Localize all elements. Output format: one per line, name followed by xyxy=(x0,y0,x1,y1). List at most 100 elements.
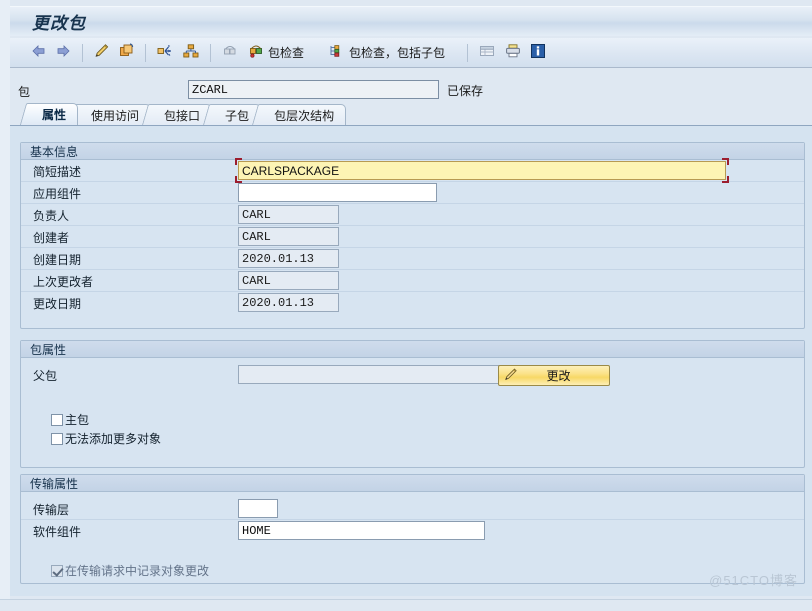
short-description-focus-frame xyxy=(235,158,729,183)
field-row-short-description: 简短描述 xyxy=(21,158,804,183)
changed-on-label: 更改日期 xyxy=(33,297,82,311)
package-check-icon xyxy=(247,43,265,62)
package-tree-check-icon xyxy=(328,43,346,62)
transport-layer-label: 传输层 xyxy=(33,503,70,517)
checkbox-box xyxy=(51,564,63,577)
created-on-input xyxy=(238,249,339,268)
copy-package-button[interactable] xyxy=(114,41,139,65)
application-component-label: 应用组件 xyxy=(33,187,82,201)
nodes-icon xyxy=(156,43,174,62)
created-on-label: 创建日期 xyxy=(33,253,82,267)
back-button[interactable] xyxy=(26,41,51,65)
checkbox-label: 主包 xyxy=(65,413,90,427)
checkbox-label: 在传输请求中记录对象更改 xyxy=(65,564,210,578)
group-package-attributes-header: 包属性 xyxy=(21,341,804,358)
tab-label: 包层次结构 xyxy=(274,108,335,123)
changed-on-input xyxy=(238,293,339,312)
group-package-attributes: 包属性 父包 更改 主包 无法添加更多对象 xyxy=(20,340,805,468)
application-component-input[interactable] xyxy=(238,183,437,202)
group-transport-attributes: 传输属性 传输层 软件组件 在传输请求中记录对象更改 xyxy=(20,474,805,584)
toolbar-separator xyxy=(210,43,211,62)
field-row-created-on: 创建日期 xyxy=(21,248,804,270)
application-toolbar: 包检查 包检查，包括子包 xyxy=(10,38,812,68)
field-row-transport-layer: 传输层 xyxy=(21,498,804,520)
package-check-label: 包检查 xyxy=(268,46,305,60)
field-row-software-component: 软件组件 xyxy=(21,520,804,542)
toolbar-separator xyxy=(145,43,146,62)
field-row-created-by: 创建者 xyxy=(21,226,804,248)
watermark: @51CTO博客 xyxy=(709,573,798,588)
toolbar-separator xyxy=(467,43,469,62)
change-parent-package-label: 更改 xyxy=(546,369,571,383)
change-parent-package-button[interactable]: 更改 xyxy=(498,365,610,386)
sap-gui-window: 更改 包 包检查 包检查，包括子包 包 ZCARL 已保存 属性 使用访问 包接口… xyxy=(0,0,812,611)
tab-label: 使用访问 xyxy=(91,108,140,123)
group-basic-info-header: 基本信息 xyxy=(21,143,804,160)
forward-button[interactable] xyxy=(51,41,76,65)
package-key-row: 包 已保存 xyxy=(10,80,812,102)
field-row-parent-package: 父包 更改 xyxy=(21,364,804,386)
transport-layer-input[interactable] xyxy=(238,499,278,518)
arrow-right-icon xyxy=(55,43,72,62)
created-by-label: 创建者 xyxy=(33,231,70,245)
field-row-changed-on: 更改日期 xyxy=(21,292,804,314)
status-bar xyxy=(0,599,812,611)
print-icon xyxy=(504,43,522,62)
software-component-label: 软件组件 xyxy=(33,525,82,539)
tab-use-access[interactable]: 使用访问 xyxy=(77,104,152,125)
group-basic-info: 基本信息 简短描述 应用组件 xyxy=(20,142,805,329)
checkbox-main-package[interactable]: 主包 xyxy=(51,411,89,428)
package-check-button[interactable]: 包检查 xyxy=(243,41,308,65)
tab-package-hierarchy[interactable]: 包层次结构 xyxy=(260,104,347,125)
parent-package-input[interactable] xyxy=(238,365,513,384)
field-row-last-changed-by: 上次更改者 xyxy=(21,270,804,292)
tab-label: 包接口 xyxy=(164,108,201,123)
person-responsible-input[interactable] xyxy=(238,205,339,224)
print-button[interactable] xyxy=(500,41,526,65)
hierarchy-button[interactable] xyxy=(178,41,204,65)
software-component-input[interactable] xyxy=(238,521,485,540)
last-changed-by-input xyxy=(238,271,339,290)
checkbox-box xyxy=(51,432,63,445)
package-gray-icon xyxy=(221,43,239,62)
title-bar: 更改包 xyxy=(10,6,812,36)
last-changed-by-label: 上次更改者 xyxy=(33,275,94,289)
pencil-icon xyxy=(503,367,518,385)
group-transport-attributes-header: 传输属性 xyxy=(21,475,804,492)
copy-icon xyxy=(118,43,135,62)
info-button[interactable] xyxy=(526,41,550,65)
package-check-subpackages-button[interactable]: 包检查，包括子包 xyxy=(324,41,449,65)
checkbox-record-changes-in-transport: 在传输请求中记录对象更改 xyxy=(51,562,209,579)
short-description-label: 简短描述 xyxy=(33,165,82,179)
parent-package-label: 父包 xyxy=(33,369,58,383)
save-status-text: 已保存 xyxy=(447,84,484,98)
checkbox-label: 无法添加更多对象 xyxy=(65,432,162,446)
tab-strip: 属性 使用访问 包接口 子包 包层次结构 xyxy=(10,103,812,126)
toolbar-separator xyxy=(82,43,83,62)
field-row-application-component: 应用组件 xyxy=(21,182,804,204)
where-used-button[interactable] xyxy=(152,41,178,65)
package-check-subpackages-label: 包检查，包括子包 xyxy=(349,46,446,60)
table-icon xyxy=(478,43,496,62)
arrow-left-icon xyxy=(30,43,47,62)
field-row-person-responsible: 负责人 xyxy=(21,204,804,226)
short-description-input[interactable] xyxy=(238,161,726,180)
attributes-form: 基本信息 简短描述 应用组件 xyxy=(10,126,812,596)
created-by-input xyxy=(238,227,339,246)
tab-attributes[interactable]: 属性 xyxy=(28,103,79,125)
package-key-input[interactable] xyxy=(188,80,439,99)
person-responsible-label: 负责人 xyxy=(33,209,70,223)
checkbox-box xyxy=(51,413,63,426)
tab-label: 属性 xyxy=(42,108,67,122)
package-key-label: 包 xyxy=(18,85,31,99)
page-title: 更改包 xyxy=(32,14,86,33)
package-builder-button[interactable] xyxy=(217,41,243,65)
checkbox-no-more-objects[interactable]: 无法添加更多对象 xyxy=(51,430,161,447)
window-left-edge xyxy=(0,0,10,611)
display-change-toggle-button[interactable] xyxy=(89,41,114,65)
tree-icon xyxy=(182,43,200,62)
tab-label: 子包 xyxy=(225,108,250,123)
pencil-icon xyxy=(93,43,110,62)
info-icon xyxy=(530,43,546,62)
list-view-button[interactable] xyxy=(474,41,500,65)
